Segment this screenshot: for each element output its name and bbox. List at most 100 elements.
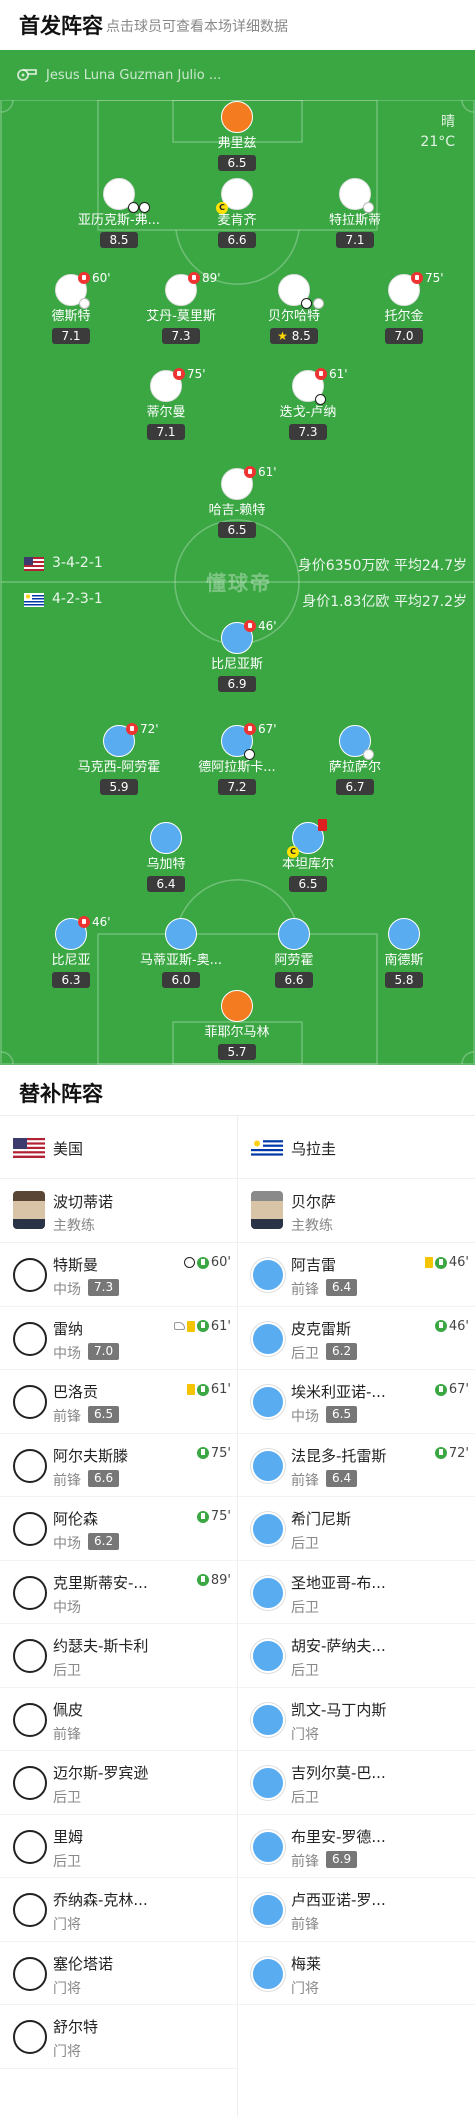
sub-player-name: 约瑟夫-斯卡利 <box>53 1637 149 1655</box>
sub-player-position: 中场 <box>53 1345 81 1362</box>
player-home-rm[interactable]: 75' 托尔金 7.0 <box>349 271 459 344</box>
sub-player-row[interactable]: 迈尔斯-罗宾逊 后卫 <box>0 1751 237 1815</box>
away-formation: 4-2-3-1 <box>52 591 103 607</box>
player-name: 贝尔哈特 <box>267 309 320 324</box>
player-dot: 75' <box>388 271 444 306</box>
sub-player-row[interactable]: 约瑟夫-斯卡利 后卫 <box>0 1624 237 1688</box>
player-rating: 7.1 <box>147 424 185 440</box>
player-home-cb-right[interactable]: 特拉斯蒂 7.1 <box>300 178 410 248</box>
sub-player-name: 法昆多-托雷斯 <box>291 1446 387 1465</box>
sub-player-row[interactable]: 雷纳 中场 7.0 61' <box>0 1307 237 1370</box>
player-away-rb[interactable]: 南德斯 5.8 <box>349 918 459 988</box>
sub-off-icon <box>188 272 200 284</box>
captain-icon: C <box>287 846 299 858</box>
player-dot: 72' <box>103 722 159 757</box>
player-rating: 6.5 <box>218 522 256 538</box>
sub-player-position: 前锋 <box>291 1282 319 1298</box>
player-rating: 6.9 <box>218 676 256 692</box>
player-home-cb-left[interactable]: 亚历克斯-弗... 8.5 <box>64 178 174 248</box>
player-away-am-right[interactable]: 萨拉萨尔 6.7 <box>300 725 410 795</box>
sub-player-rating: 6.5 <box>326 1406 358 1423</box>
player-home-cb-center[interactable]: C 麦肯齐 6.6 <box>182 178 292 248</box>
sub-player-row[interactable]: 塞伦塔诺 门将 <box>0 1942 237 2005</box>
sub-in-minute: 75' <box>210 1509 231 1524</box>
sub-in-icon <box>196 1447 209 1459</box>
player-away-cb-left[interactable]: 马蒂亚斯-奥... 6.0 <box>126 918 236 988</box>
player-away-lb[interactable]: 46' 比尼亚 6.3 <box>16 915 126 988</box>
sub-player-name: 圣地亚哥-布... <box>291 1573 386 1592</box>
home-team-row: 美国 <box>0 1115 237 1179</box>
sub-player-row[interactable]: 里姆 后卫 <box>0 1815 237 1878</box>
sub-player-row[interactable]: 希门尼斯 后卫 <box>238 1497 475 1561</box>
player-dot: 61' <box>221 465 277 500</box>
player-away-dm-right[interactable]: C 本坦库尔 6.5 <box>253 819 363 892</box>
sub-event-icons: 60' <box>183 1255 231 1270</box>
sub-player-position: 前锋 <box>53 1726 81 1743</box>
assist-icon <box>173 1322 185 1330</box>
sub-player-row[interactable]: 阿尔夫斯滕 前锋 6.6 75' <box>0 1434 237 1497</box>
player-away-dm-left[interactable]: 乌加特 6.4 <box>111 822 221 892</box>
player-home-gk[interactable]: 弗里兹 6.5 <box>182 101 292 171</box>
player-avatar <box>13 1512 47 1546</box>
sub-player-row[interactable]: 梅莱 门将 <box>238 1942 475 2005</box>
sub-player-row[interactable]: 阿伦森 中场 6.2 75' <box>0 1497 237 1561</box>
sub-player-row[interactable]: 埃米利亚诺-... 中场 6.5 67' <box>238 1370 475 1434</box>
player-dot <box>103 178 150 213</box>
player-name: 阿劳霍 <box>274 953 314 968</box>
sub-player-row[interactable]: 胡安-萨纳夫... 后卫 <box>238 1624 475 1688</box>
away-subs-list: 阿吉雷 前锋 6.4 46' 皮克雷斯 后卫 6.2 46' 埃米利亚诺-... 中场 6.5 67'… <box>238 1243 475 2005</box>
player-home-cm-left[interactable]: 89' 艾丹-莫里斯 7.3 <box>126 271 236 344</box>
home-subs-column: 美国 波切蒂诺 主教练 特斯曼 中场 7.3 60' 雷纳 中场 7.0 61' 巴洛贡 前锋 6.… <box>0 1115 237 2069</box>
player-name: 比尼亚 <box>51 953 91 968</box>
uruguay-flag-icon <box>251 1138 283 1158</box>
sub-off-minute: 61' <box>329 367 348 381</box>
sub-player-row[interactable]: 布里安-罗德... 前锋 6.9 <box>238 1815 475 1878</box>
uruguay-flag-icon <box>24 593 44 607</box>
player-home-cm-right[interactable]: 贝尔哈特 8.5 <box>239 274 349 344</box>
sub-player-row[interactable]: 法昆多-托雷斯 前锋 6.4 72' <box>238 1434 475 1497</box>
sub-player-name: 卢西亚诺-罗... <box>291 1891 386 1909</box>
player-away-am-left[interactable]: 72' 马克西-阿劳霍 5.9 <box>64 722 174 795</box>
player-away-am-center[interactable]: 67' 德阿拉斯卡... 7.2 <box>182 722 292 795</box>
player-away-cb-right[interactable]: 阿劳霍 6.6 <box>239 918 349 988</box>
sub-player-row[interactable]: 凯文-马丁内斯 门将 <box>238 1688 475 1751</box>
away-coach[interactable]: 贝尔萨 主教练 <box>238 1179 475 1243</box>
sub-player-row[interactable]: 特斯曼 中场 7.3 60' <box>0 1243 237 1307</box>
header-hint: 点击球员可查看本场详细数据 <box>106 19 288 35</box>
player-home-lm[interactable]: 60' 德斯特 7.1 <box>16 271 126 344</box>
sub-player-row[interactable]: 阿吉雷 前锋 6.4 46' <box>238 1243 475 1307</box>
player-rating: 7.2 <box>218 779 256 795</box>
player-dot: 61' <box>292 367 348 405</box>
player-away-st[interactable]: 46' 比尼亚斯 6.9 <box>182 619 292 692</box>
sub-player-row[interactable]: 卢西亚诺-罗... 前锋 <box>238 1878 475 1942</box>
sub-player-row[interactable]: 皮克雷斯 后卫 6.2 46' <box>238 1307 475 1370</box>
sub-player-row[interactable]: 乔纳森-克林... 门将 <box>0 1878 237 1942</box>
sub-player-row[interactable]: 圣地亚哥-布... 后卫 <box>238 1561 475 1624</box>
player-home-am-left[interactable]: 75' 蒂尔曼 7.1 <box>111 367 221 440</box>
player-away-gk[interactable]: 菲耶尔马林 5.7 <box>182 990 292 1060</box>
player-rating: 6.6 <box>275 972 313 988</box>
sub-player-row[interactable]: 吉列尔莫-巴... 后卫 <box>238 1751 475 1815</box>
home-formation: 3-4-2-1 <box>52 555 103 571</box>
player-rating: 5.9 <box>100 779 138 795</box>
player-avatar <box>251 1956 285 1991</box>
player-avatar <box>251 1829 285 1864</box>
player-home-am-right[interactable]: 61' 迭戈-卢纳 7.3 <box>253 367 363 440</box>
sub-off-minute: 60' <box>92 271 111 285</box>
sub-in-icon <box>196 1320 209 1332</box>
sub-player-row[interactable]: 佩皮 前锋 <box>0 1688 237 1751</box>
sub-player-position: 中场 <box>53 1599 81 1616</box>
sub-player-row[interactable]: 克里斯蒂安-... 中场 89' <box>0 1561 237 1624</box>
home-coach[interactable]: 波切蒂诺 主教练 <box>0 1179 237 1243</box>
player-avatar <box>251 1385 285 1419</box>
sub-player-row[interactable]: 巴洛贡 前锋 6.5 61' <box>0 1370 237 1434</box>
sub-off-minute: 61' <box>258 465 277 479</box>
player-rating: 6.6 <box>218 232 256 248</box>
player-name: 蒂尔曼 <box>146 405 186 420</box>
sub-player-position: 门将 <box>291 1980 319 1997</box>
sub-player-rating: 7.3 <box>88 1279 120 1296</box>
player-avatar <box>251 1258 285 1292</box>
sub-player-row[interactable]: 舒尔特 门将 <box>0 2005 237 2069</box>
player-rating: 6.5 <box>218 155 256 171</box>
player-home-st[interactable]: 61' 哈吉-赖特 6.5 <box>182 465 292 538</box>
